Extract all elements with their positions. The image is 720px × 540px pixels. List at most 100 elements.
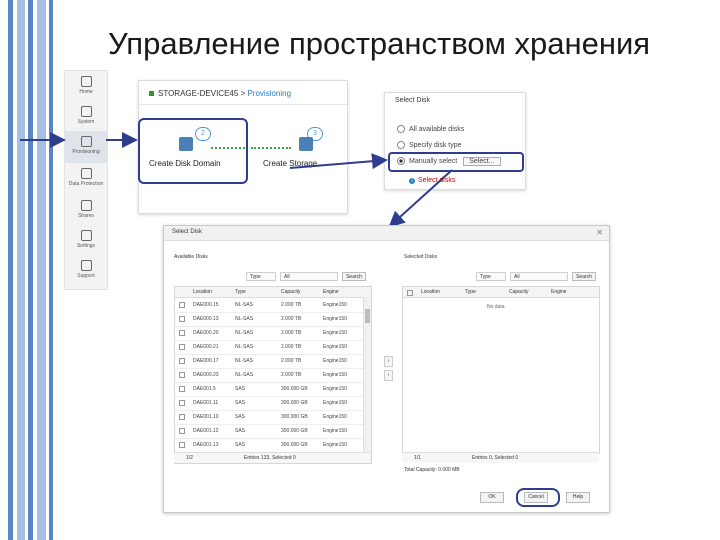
column-header[interactable]: Type xyxy=(465,289,476,295)
decor-stripe-1 xyxy=(8,0,13,540)
column-header[interactable]: Location xyxy=(193,289,212,295)
table-cell: NL-SAS xyxy=(235,330,254,336)
scrollbar-thumb[interactable] xyxy=(365,309,370,323)
column-header[interactable]: Engine xyxy=(323,289,339,295)
breadcrumb-device[interactable]: STORAGE-DEVICE45 xyxy=(158,89,238,98)
select-disk-dialog: Select Disk ✕ Available Disks Selected D… xyxy=(163,225,610,513)
nav-label: Home xyxy=(79,89,93,95)
nav-item-provisioning[interactable]: Provisioning xyxy=(65,131,107,163)
type-value-select-right[interactable]: All xyxy=(510,272,568,281)
row-checkbox[interactable] xyxy=(179,302,185,308)
settings-icon xyxy=(80,230,92,241)
table-cell: 300.000 GB xyxy=(281,442,308,448)
table-cell: DAE001.11 xyxy=(193,400,219,406)
column-header[interactable]: Capacity xyxy=(281,289,300,295)
table-row[interactable]: DAE001.12 SAS 300.000 GB Engine150 xyxy=(175,424,363,439)
table-cell: 2.000 TB xyxy=(281,316,302,322)
support-icon xyxy=(80,260,92,271)
move-right-icon[interactable]: › xyxy=(384,356,393,367)
help-button[interactable]: Help xyxy=(566,492,590,503)
type-filter-select[interactable]: Type xyxy=(246,272,276,281)
table-cell: 300.000 GB xyxy=(281,414,308,420)
column-header[interactable]: Type xyxy=(235,289,246,295)
nav-label: Support xyxy=(77,273,95,279)
row-checkbox[interactable] xyxy=(179,442,185,448)
pager[interactable]: 1/1 xyxy=(414,455,421,461)
table-cell: DAE001.5 xyxy=(193,386,216,392)
row-checkbox[interactable] xyxy=(179,344,185,350)
type-value-select[interactable]: All xyxy=(280,272,338,281)
row-checkbox[interactable] xyxy=(179,316,185,322)
column-header[interactable]: Engine xyxy=(551,289,567,295)
nav-item-support[interactable]: Support xyxy=(65,255,107,287)
option-specify-type[interactable]: Specify disk type xyxy=(397,141,462,149)
table-cell: DAE000.23 xyxy=(193,372,219,378)
slide-title: Управление пространством хранения xyxy=(108,26,651,61)
search-button[interactable]: Search xyxy=(342,272,366,281)
pager[interactable]: 1/2 xyxy=(186,455,193,461)
column-header[interactable]: Location xyxy=(421,289,440,295)
nav-item-data-protection[interactable]: Data Protection xyxy=(65,163,107,195)
table-cell: DAE000.13 xyxy=(193,316,219,322)
nav-label: System xyxy=(77,119,95,125)
annotation-highlight-box xyxy=(516,488,560,507)
nav-label: Settings xyxy=(76,243,96,249)
table-row[interactable]: DAE000.23 NL-SAS 2.000 TB Engine150 xyxy=(175,368,363,383)
table-cell: 2.000 TB xyxy=(281,302,302,308)
select-all-checkbox[interactable] xyxy=(407,290,413,296)
table-cell: Engine150 xyxy=(323,386,347,392)
nav-item-system[interactable]: System xyxy=(65,101,107,133)
storage-icon[interactable] xyxy=(299,137,313,151)
row-checkbox[interactable] xyxy=(179,400,185,406)
table-cell: Engine150 xyxy=(323,330,347,336)
table-row[interactable]: DAE000.20 NL-SAS 2.000 TB Engine150 xyxy=(175,326,363,341)
table-row[interactable]: DAE001.11 SAS 300.000 GB Engine150 xyxy=(175,396,363,411)
table-cell: 300.000 GB xyxy=(281,386,308,392)
table-row[interactable]: DAE001.13 SAS 300.000 GB Engine150 xyxy=(175,438,363,453)
decor-stripe-3 xyxy=(28,0,33,540)
dialog-titlebar: Select Disk ✕ xyxy=(164,226,609,241)
row-checkbox[interactable] xyxy=(179,330,185,336)
table-row[interactable]: DAE000.21 NL-SAS 2.000 TB Engine150 xyxy=(175,340,363,355)
table-row[interactable]: DAE000.17 NL-SAS 2.000 TB Engine150 xyxy=(175,354,363,369)
shares-icon xyxy=(80,200,92,211)
close-icon[interactable]: ✕ xyxy=(596,228,603,237)
table-cell: DAE001.12 xyxy=(193,428,219,434)
table-cell: DAE001.10 xyxy=(193,414,219,420)
radio-icon xyxy=(397,141,405,149)
nav-item-settings[interactable]: Settings xyxy=(65,225,107,257)
table-row[interactable]: DAE001.5 SAS 300.000 GB Engine150 xyxy=(175,382,363,397)
table-cell: NL-SAS xyxy=(235,344,254,350)
table-cell: DAE001.13 xyxy=(193,442,219,448)
create-storage-link[interactable]: Create Storage xyxy=(263,159,317,168)
column-header[interactable]: Capacity xyxy=(509,289,528,295)
right-table-footer: 1/1 Entries 0, Selected 0 xyxy=(402,452,598,463)
table-row[interactable]: DAE001.10 SAS 300.000 GB Engine150 xyxy=(175,410,363,425)
breadcrumb: STORAGE-DEVICE45 > Provisioning xyxy=(149,89,291,98)
table-row[interactable]: DAE000.13 NL-SAS 2.000 TB Engine150 xyxy=(175,312,363,327)
left-table-footer: 1/2 Entries 133, Selected 0 xyxy=(174,452,370,463)
table-header: Location Type Capacity Engine xyxy=(175,287,371,298)
row-checkbox[interactable] xyxy=(179,372,185,378)
row-checkbox[interactable] xyxy=(179,414,185,420)
row-checkbox[interactable] xyxy=(179,428,185,434)
scrollbar[interactable] xyxy=(363,297,371,463)
move-left-icon[interactable]: ‹ xyxy=(384,370,393,381)
nav-label: Provisioning xyxy=(72,149,100,155)
nav-item-shares[interactable]: Shares xyxy=(65,195,107,227)
nav-item-home[interactable]: Home xyxy=(65,71,107,103)
select-disk-title: Select Disk xyxy=(395,97,431,104)
row-checkbox[interactable] xyxy=(179,358,185,364)
table-row[interactable]: DAE000.15 NL-SAS 2.000 TB Engine150 xyxy=(175,298,363,313)
search-button-right[interactable]: Search xyxy=(572,272,596,281)
type-filter-select-right[interactable]: Type xyxy=(476,272,506,281)
available-disks-label: Available Disks xyxy=(174,254,208,260)
warning-text: Select disks xyxy=(418,177,456,184)
breadcrumb-separator: > xyxy=(240,89,246,98)
decor-stripe-4 xyxy=(37,0,46,540)
table-cell: SAS xyxy=(235,386,246,392)
option-all-available[interactable]: All available disks xyxy=(397,125,464,133)
ok-button[interactable]: OK xyxy=(480,492,504,503)
option-label: Specify disk type xyxy=(409,141,462,149)
row-checkbox[interactable] xyxy=(179,386,185,392)
